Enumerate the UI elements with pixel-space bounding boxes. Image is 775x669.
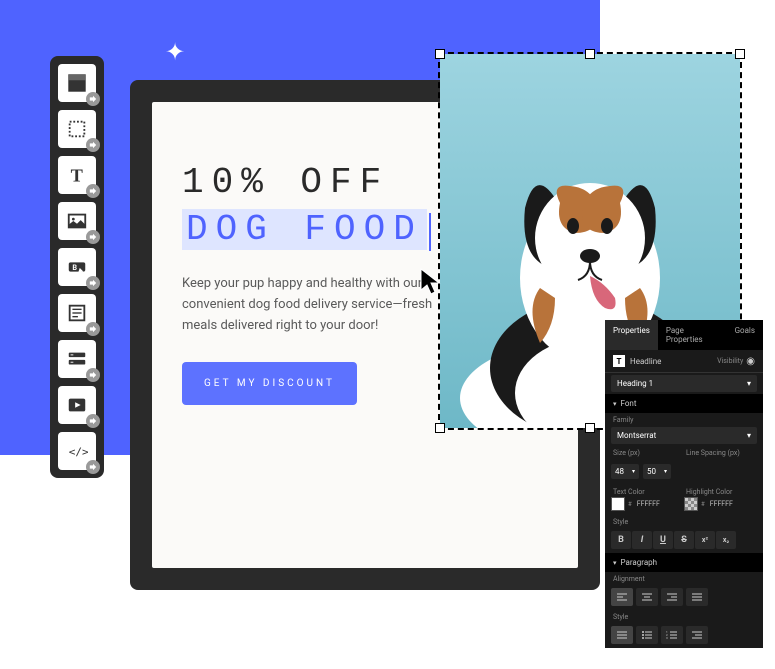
mouse-cursor-icon bbox=[420, 268, 442, 298]
superscript-button[interactable]: x² bbox=[695, 531, 715, 549]
align-justify-button[interactable] bbox=[686, 588, 708, 606]
italic-button[interactable]: I bbox=[632, 531, 652, 549]
text-icon: T bbox=[66, 164, 88, 186]
forms-block-icon bbox=[66, 348, 88, 370]
tab-properties[interactable]: Properties bbox=[605, 320, 658, 350]
font-family-select[interactable]: Montserrat ▾ bbox=[611, 427, 757, 444]
text-style-buttons: B I U S x² x₂ bbox=[605, 527, 763, 553]
align-left-button[interactable] bbox=[611, 588, 633, 606]
box-tool[interactable] bbox=[58, 110, 96, 148]
bold-button[interactable]: B bbox=[611, 531, 631, 549]
chevron-down-icon: ▾ bbox=[747, 379, 751, 388]
text-cursor bbox=[429, 213, 431, 251]
text-color-label: Text Color bbox=[611, 485, 684, 497]
form-tool[interactable] bbox=[58, 294, 96, 332]
video-tool[interactable] bbox=[58, 386, 96, 424]
section-icon bbox=[66, 72, 88, 94]
resize-handle-bc[interactable] bbox=[585, 423, 595, 433]
code-tool[interactable]: </> bbox=[58, 432, 96, 470]
element-type-row: T Headline Visibility ◉ bbox=[605, 350, 763, 373]
chevron-down-icon: ▾ bbox=[747, 431, 751, 440]
video-icon bbox=[66, 394, 88, 416]
forms-block-tool[interactable] bbox=[58, 340, 96, 378]
svg-text:B: B bbox=[72, 263, 77, 272]
no-list-button[interactable] bbox=[611, 626, 633, 644]
list-style-buttons: 123 bbox=[605, 622, 763, 648]
highlight-color-value[interactable]: FFFFFF bbox=[708, 500, 733, 508]
headline-line2-highlight[interactable]: DOG FOOD bbox=[182, 209, 427, 250]
font-family-value: Montserrat bbox=[617, 431, 656, 440]
button-tool[interactable]: B bbox=[58, 248, 96, 286]
heading-level-value: Heading 1 bbox=[617, 379, 653, 388]
form-icon bbox=[66, 302, 88, 324]
resize-handle-tc[interactable] bbox=[585, 49, 595, 59]
highlight-color-swatch[interactable] bbox=[684, 497, 698, 511]
size-label: Size (px) bbox=[611, 446, 684, 458]
alignment-label: Alignment bbox=[605, 572, 763, 584]
text-color-value[interactable]: FFFFFF bbox=[635, 500, 660, 508]
indent-list-button[interactable] bbox=[686, 626, 708, 644]
numbered-list-button[interactable]: 123 bbox=[661, 626, 683, 644]
resize-handle-bl[interactable] bbox=[435, 423, 445, 433]
section-tool[interactable] bbox=[58, 64, 96, 102]
heading-level-select[interactable]: Heading 1 ▾ bbox=[611, 375, 757, 392]
align-center-button[interactable] bbox=[636, 588, 658, 606]
strike-button[interactable]: S bbox=[674, 531, 694, 549]
svg-text:T: T bbox=[71, 165, 83, 185]
svg-text:</>: </> bbox=[69, 446, 88, 459]
sparkle-decoration: ✦ bbox=[165, 38, 185, 66]
text-color-swatch[interactable] bbox=[611, 497, 625, 511]
list-style-label: Style bbox=[605, 610, 763, 622]
image-icon bbox=[66, 210, 88, 232]
tab-goals[interactable]: Goals bbox=[727, 320, 763, 350]
tab-page-properties[interactable]: Page Properties bbox=[658, 320, 727, 350]
cta-button[interactable]: GET MY DISCOUNT bbox=[182, 362, 357, 405]
visibility-icon[interactable]: ◉ bbox=[746, 356, 755, 367]
line-spacing-input[interactable]: 50▾ bbox=[643, 464, 671, 479]
text-type-icon: T bbox=[613, 355, 625, 367]
image-tool[interactable] bbox=[58, 202, 96, 240]
properties-panel: Properties Page Properties Goals T Headl… bbox=[605, 320, 763, 648]
panel-tabs: Properties Page Properties Goals bbox=[605, 320, 763, 350]
button-icon: B bbox=[66, 256, 88, 278]
resize-handle-tr[interactable] bbox=[735, 49, 745, 59]
alignment-buttons bbox=[605, 584, 763, 610]
paragraph-section-header[interactable]: ▾Paragraph bbox=[605, 553, 763, 572]
box-icon bbox=[66, 118, 88, 140]
svg-text:3: 3 bbox=[666, 636, 668, 640]
line-spacing-label: Line Spacing (px) bbox=[684, 446, 757, 458]
text-tool[interactable]: T bbox=[58, 156, 96, 194]
align-right-button[interactable] bbox=[661, 588, 683, 606]
element-type-label: Headline bbox=[630, 357, 717, 366]
code-icon: </> bbox=[66, 440, 88, 462]
font-size-input[interactable]: 48▾ bbox=[611, 464, 639, 479]
description-text[interactable]: Keep your pup happy and healthy with our… bbox=[182, 274, 442, 336]
underline-button[interactable]: U bbox=[653, 531, 673, 549]
family-label: Family bbox=[605, 413, 763, 425]
highlight-color-label: Highlight Color bbox=[684, 485, 757, 497]
visibility-label: Visibility bbox=[717, 357, 743, 365]
resize-handle-tl[interactable] bbox=[435, 49, 445, 59]
bullet-list-button[interactable] bbox=[636, 626, 658, 644]
font-section-header[interactable]: ▾Font bbox=[605, 394, 763, 413]
headline-line2: DOG FOOD bbox=[182, 207, 427, 252]
style-label: Style bbox=[605, 515, 763, 527]
subscript-button[interactable]: x₂ bbox=[716, 531, 736, 549]
component-toolbar: T B </> bbox=[50, 56, 104, 478]
